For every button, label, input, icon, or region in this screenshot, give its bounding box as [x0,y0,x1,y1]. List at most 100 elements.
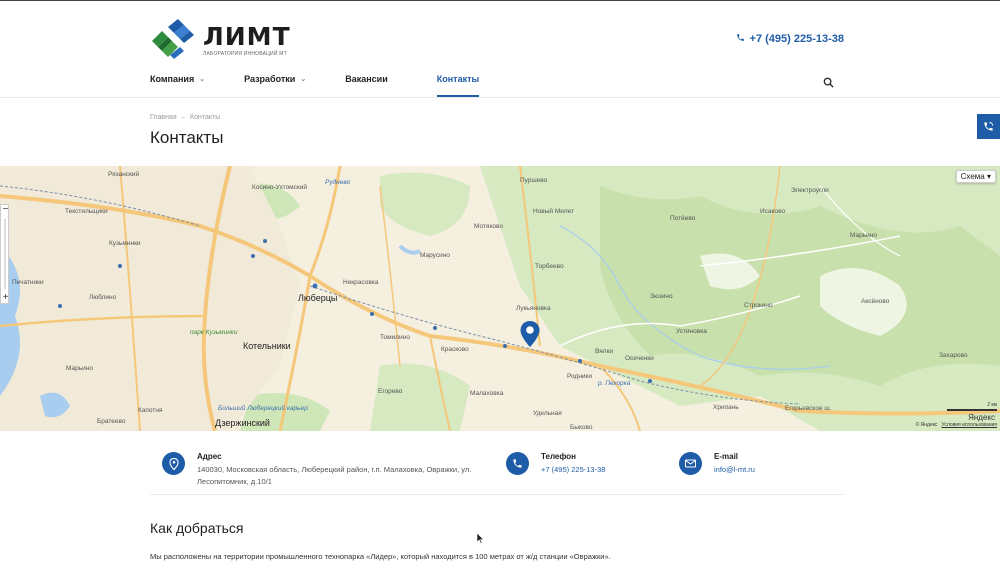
nav-item-label: Вакансии [345,74,388,84]
map-label: Братеево [97,418,126,425]
map-label: Торбеево [535,263,564,270]
map-label: Исаково [760,208,786,215]
map-label: Печатники [12,279,44,286]
breadcrumb-home[interactable]: Главная [150,114,177,121]
location-pin-icon[interactable] [519,320,541,348]
map-label: Косино-Ухтомский [252,184,308,191]
header-phone[interactable]: +7 (495) 225-13-38 [736,33,844,45]
map-label: Текстильщики [65,208,108,215]
map-label: Капотня [138,407,163,414]
breadcrumb: Главная – Контакты [150,114,220,121]
map-label: Аксёново [861,298,890,305]
map-label: Малаховка [470,390,504,397]
contact-email: E-mail info@l-mt.ru [679,452,755,476]
phone-icon [506,452,529,475]
map-label: Вялки [595,348,614,355]
nav-item-contacts[interactable]: Контакты [436,74,480,98]
phone-icon [984,121,994,131]
map-label: Рязанский [108,171,140,178]
nav-item-company[interactable]: Компания ⌄ [150,74,205,98]
contacts-divider [150,494,845,495]
map-zoom-control[interactable]: − + [0,204,9,304]
contact-email-link[interactable]: info@l-mt.ru [714,464,755,476]
logo-name: ЛИМТ [203,22,291,51]
map-copyright: © Яндекс [915,422,938,428]
chevron-down-icon: ⌄ [300,76,307,83]
mouse-cursor-icon [476,531,485,544]
map-label: Егорево [378,388,403,395]
contact-phone-link[interactable]: +7 (495) 225-13-38 [541,464,605,476]
map-label: Лукьяновка [516,305,551,312]
zoom-in-button[interactable]: + [1,293,10,303]
yandex-logo[interactable]: Яндекс [968,413,995,422]
search-icon[interactable] [823,75,835,88]
map-label: Зюзино [650,293,673,300]
header-divider [0,97,1000,98]
logo[interactable]: ЛИМТ ЛАБОРАТОРИЯ ИННОВАЦИЙ МТ [150,18,300,63]
callback-button[interactable] [977,114,1000,139]
logo-subtitle: ЛАБОРАТОРИЯ ИННОВАЦИЙ МТ [203,51,287,57]
map-label: Некрасовка [343,279,379,286]
chevron-down-icon: ⌄ [199,76,206,83]
map-label: Котельники [243,341,291,351]
nav-item-label: Компания [150,74,195,84]
zoom-out-button[interactable]: − [1,205,10,215]
map-footer: © Яндекс Условия использования [916,422,997,428]
map-label: Быково [570,424,593,431]
map-label: Марьино [66,365,93,372]
map-label: Дзержинский [215,418,270,428]
map-label: Захарово [939,352,968,359]
header-phone-number: +7 (495) 225-13-38 [749,33,844,45]
map-label: Строкино [744,302,773,309]
contact-address-line-2: Лесопитомник, д.10/1 [197,476,272,486]
map-label: Осеченки [625,355,654,362]
map-label: Электроугли [791,187,829,194]
map-label: Марьино [850,232,877,239]
contact-phone: Телефон +7 (495) 225-13-38 [506,452,605,476]
map-type-label: Схема [960,172,985,181]
main-nav: Компания ⌄ Разработки ⌄ Вакансии Контакт… [150,74,509,98]
map-label: Больший Люберецкий карьер [218,405,308,412]
map-label: Кузьминки [109,240,141,247]
nav-item-vacancies[interactable]: Вакансии [345,74,388,98]
map-type-select[interactable]: Схема ▾ [955,170,996,183]
map-label: Мотяково [474,223,503,230]
yandex-map[interactable]: − + Схема ▾ Люберцы Котельники Дзержинск… [0,166,1000,431]
contact-address: Адрес 140030, Московская область, Любере… [162,452,471,487]
contact-title: Телефон [541,452,576,461]
top-border [0,0,1000,1]
phone-icon [736,33,745,45]
breadcrumb-current: Контакты [190,114,221,121]
map-label: Егорьевское ш. [785,405,832,412]
map-scale: 2 км [947,402,997,411]
nav-item-label: Контакты [436,74,480,84]
breadcrumb-separator: – [181,114,185,121]
page-title: Контакты [150,128,224,147]
map-scale-label: 2 км [987,402,997,408]
map-label: Люблино [89,294,117,301]
map-label: Устиновка [676,328,707,335]
mail-icon [679,452,702,475]
map-label: парк Кузьминки [190,329,238,336]
map-terms-link[interactable]: Условия использования [942,422,998,428]
zoom-slider-track[interactable] [4,219,6,289]
map-label: Красково [441,346,469,353]
chevron-down-icon: ▾ [986,172,991,181]
map-label: Удельная [533,410,562,417]
map-label: Родники [567,373,593,380]
map-label: Новый Милет [533,208,575,215]
map-label: Пуршево [520,177,548,184]
map-label: Хрипань [713,404,739,411]
map-label: р. Пехорка [598,380,631,387]
nav-item-label: Разработки [244,74,296,84]
map-label: Марусино [420,252,450,259]
directions-title: Как добраться [150,520,244,536]
contact-title: Адрес [197,452,222,461]
directions-text: Мы расположены на территории промышленно… [150,552,611,561]
map-label: Томилино [380,334,410,341]
logo-mark-icon [150,18,196,63]
nav-item-developments[interactable]: Разработки ⌄ [244,74,306,98]
map-label: Люберцы [298,293,338,303]
contact-address-line-1: 140030, Московская область, Люберецкий р… [197,465,472,474]
location-pin-icon [162,452,185,475]
